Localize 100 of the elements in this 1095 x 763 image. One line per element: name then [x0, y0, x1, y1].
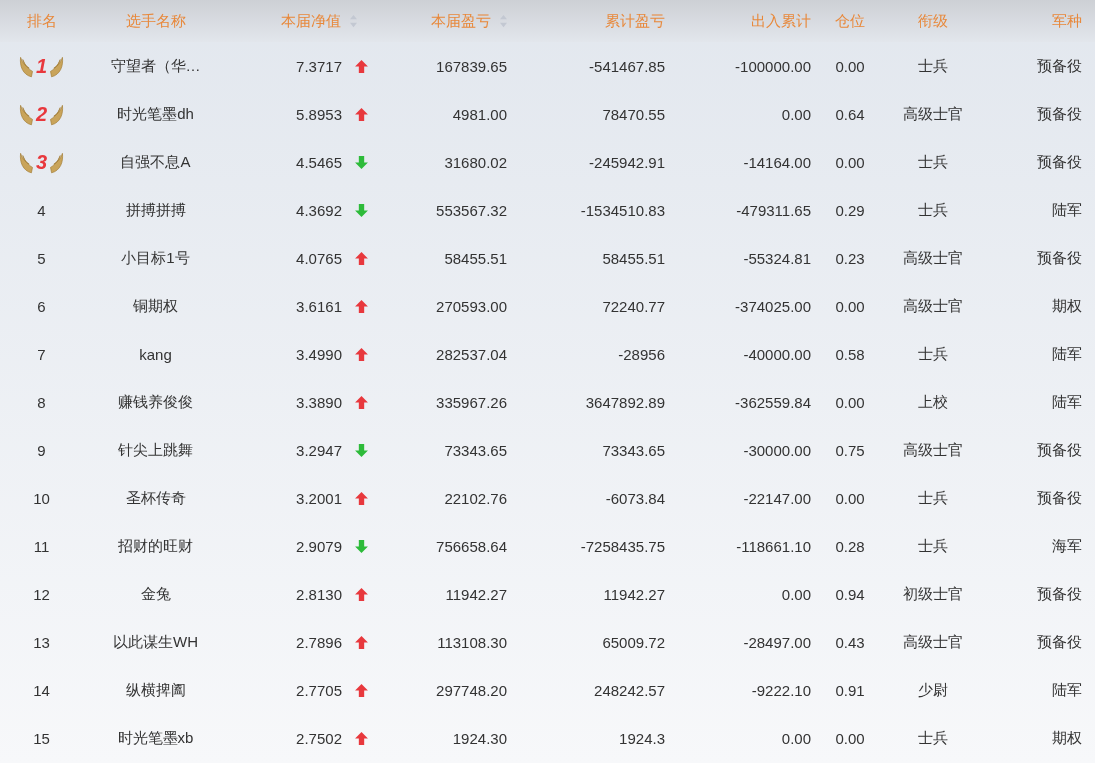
grade: 士兵	[918, 728, 948, 748]
grade: 上校	[918, 392, 948, 412]
position-ratio: 0.28	[835, 537, 865, 555]
total-profit: 73343.65	[602, 441, 665, 459]
total-profit: -6073.84	[605, 489, 665, 507]
period-profit: 1924.30	[452, 729, 507, 747]
player-name: 针尖上跳舞	[118, 440, 193, 460]
net-value: 2.7705	[296, 681, 342, 699]
period-profit: 335967.26	[436, 393, 507, 411]
branch: 预备役	[1037, 248, 1082, 268]
net-value: 2.8130	[296, 585, 342, 603]
grade: 初级士官	[903, 584, 963, 604]
total-profit: 1924.3	[619, 729, 665, 747]
total-profit: 58455.51	[602, 249, 665, 267]
column-header: 累计盈亏	[605, 11, 665, 31]
branch: 陆军	[1052, 344, 1082, 364]
total-profit: -1534510.83	[580, 201, 665, 219]
position-ratio: 0.00	[835, 57, 865, 75]
cash-flow: -14164.00	[743, 153, 811, 171]
cash-flow: -30000.00	[743, 441, 811, 459]
position-ratio: 0.91	[835, 681, 865, 699]
rank-number: 2	[35, 102, 48, 126]
player-name: kang	[139, 345, 172, 363]
grade: 士兵	[918, 56, 948, 76]
period-profit: 167839.65	[436, 57, 507, 75]
grade: 士兵	[918, 536, 948, 556]
cash-flow: -40000.00	[743, 345, 811, 363]
sort-icon[interactable]	[499, 14, 508, 28]
net-value: 2.7896	[296, 633, 342, 651]
cash-flow: -479311.65	[736, 201, 811, 219]
grade: 高级士官	[903, 104, 963, 124]
position-ratio: 0.64	[835, 105, 865, 123]
net-value: 4.3692	[296, 201, 342, 219]
cash-flow: -22147.00	[743, 489, 811, 507]
rank-number: 7	[37, 345, 46, 363]
column-header: 出入累计	[751, 11, 811, 31]
player-name: 招财的旺财	[118, 536, 193, 556]
player-name: 时光笔墨dh	[117, 104, 194, 124]
period-profit: 31680.02	[444, 153, 507, 171]
branch: 预备役	[1037, 584, 1082, 604]
grade: 士兵	[918, 344, 948, 364]
position-ratio: 0.00	[835, 729, 865, 747]
total-profit: 72240.77	[602, 297, 665, 315]
sort-icon[interactable]	[349, 14, 358, 28]
branch: 海军	[1052, 536, 1082, 556]
cash-flow: -374025.00	[735, 297, 811, 315]
player-name: 时光笔墨xb	[117, 728, 194, 748]
rank-number: 5	[37, 249, 46, 267]
total-profit: 65009.72	[602, 633, 665, 651]
player-name: 金兔	[140, 584, 171, 604]
net-value: 2.9079	[296, 537, 342, 555]
branch: 期权	[1052, 296, 1082, 316]
branch: 预备役	[1037, 56, 1082, 76]
column-header: 选手名称	[125, 11, 186, 31]
position-ratio: 0.00	[835, 393, 865, 411]
rank-number: 12	[33, 585, 50, 603]
cash-flow: -362559.84	[735, 393, 811, 411]
rank-number: 11	[33, 537, 50, 555]
period-profit: 58455.51	[444, 249, 507, 267]
position-ratio: 0.43	[835, 633, 865, 651]
cash-flow: -28497.00	[743, 633, 811, 651]
branch: 预备役	[1037, 440, 1082, 460]
column-header: 本届盈亏	[431, 11, 491, 31]
period-profit: 282537.04	[436, 345, 507, 363]
rank-number: 3	[35, 150, 48, 174]
position-ratio: 0.29	[835, 201, 865, 219]
net-value: 3.6161	[296, 297, 342, 315]
player-name: 赚钱养俊俊	[118, 392, 193, 412]
period-profit: 270593.00	[436, 297, 507, 315]
cash-flow: 0.00	[781, 105, 811, 123]
column-header: 仓位	[835, 11, 865, 31]
total-profit: -245942.91	[589, 153, 665, 171]
period-profit: 73343.65	[444, 441, 507, 459]
player-name: 圣杯传奇	[125, 488, 186, 508]
rank-number: 14	[33, 681, 50, 699]
column-header: 排名	[26, 11, 57, 31]
total-profit: -7258435.75	[580, 537, 665, 555]
grade: 士兵	[918, 488, 948, 508]
net-value: 3.2947	[296, 441, 342, 459]
player-name: 拼搏拼搏	[125, 200, 186, 220]
grade: 高级士官	[903, 632, 963, 652]
player-name: 自强不息A	[120, 152, 191, 172]
position-ratio: 0.75	[835, 441, 865, 459]
position-ratio: 0.58	[835, 345, 865, 363]
rank-number: 9	[37, 441, 46, 459]
net-value: 3.4990	[296, 345, 342, 363]
cash-flow: -55324.81	[743, 249, 811, 267]
branch: 陆军	[1052, 200, 1082, 220]
branch: 陆军	[1052, 680, 1082, 700]
net-value: 3.3890	[296, 393, 342, 411]
player-name: 小目标1号	[121, 248, 190, 268]
total-profit: -28956	[618, 345, 665, 363]
total-profit: 11942.27	[603, 585, 665, 603]
period-profit: 297748.20	[436, 681, 507, 699]
rank-number: 13	[33, 633, 50, 651]
column-header: 衔级	[918, 11, 948, 31]
branch: 陆军	[1052, 392, 1082, 412]
period-profit: 756658.64	[436, 537, 507, 555]
grade: 高级士官	[903, 248, 963, 268]
player-name: 纵横捭阖	[125, 680, 186, 700]
